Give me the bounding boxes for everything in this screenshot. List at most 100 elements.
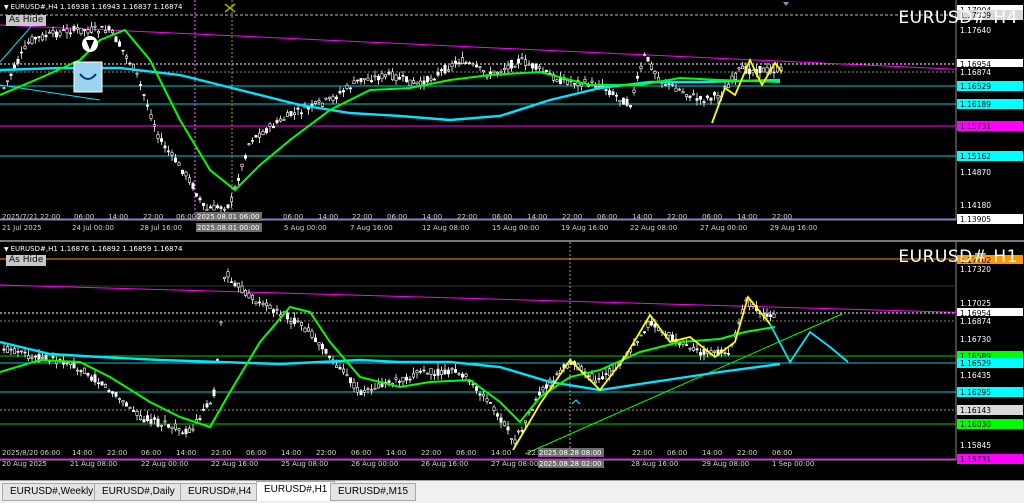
candle-body: [69, 361, 73, 365]
time-label: 14:00: [491, 449, 511, 457]
candle-body: [352, 80, 356, 84]
candle-body: [219, 206, 223, 209]
candle-body: [184, 428, 188, 435]
candle-body: [142, 94, 146, 96]
h4-chart-canvas[interactable]: 1.179041.179091.176401.169541.168741.165…: [0, 0, 1024, 240]
price-label: 1.16189: [960, 100, 991, 109]
candle-body: [618, 99, 622, 103]
candle-body: [153, 417, 157, 420]
tab-daily[interactable]: EURUSD#,Daily: [94, 483, 183, 501]
candle-body: [702, 348, 706, 355]
candle-body: [334, 364, 338, 368]
candle-body: [464, 373, 468, 377]
candle-body: [485, 398, 489, 402]
candle-body: [324, 97, 328, 100]
time-label: 29 Aug 16:00: [770, 224, 817, 232]
candle-body: [481, 393, 485, 397]
candle-body: [33, 355, 37, 358]
collapse-triangle-icon[interactable]: ▼: [4, 246, 9, 253]
candle-body: [292, 317, 296, 324]
candle-body: [422, 369, 426, 372]
candle-body: [607, 368, 611, 377]
candle-body: [2, 87, 6, 89]
candle-body: [37, 36, 41, 38]
candle-body: [51, 30, 55, 34]
candle-body: [681, 91, 685, 94]
candle-body: [527, 63, 531, 66]
candle-body: [202, 202, 206, 206]
candle-body: [593, 86, 597, 88]
time-label: 22:00: [211, 449, 231, 457]
candle-body: [621, 97, 625, 105]
candle-body: [411, 373, 415, 378]
tab-h1[interactable]: EURUSD#,H1: [256, 481, 336, 501]
candle-body: [86, 29, 90, 34]
collapse-triangle-icon[interactable]: ▼: [4, 4, 9, 11]
candle-body: [244, 155, 248, 159]
candle-body: [261, 303, 265, 305]
h1-ohlc-readout: ▼ EURUSD#,H1 1.16876 1.16892 1.16859 1.16…: [4, 245, 183, 253]
candle-body: [177, 162, 181, 166]
h4-as-hide-button[interactable]: As Hide: [6, 15, 47, 26]
candle-body: [334, 96, 338, 100]
price-label: 1.16030: [960, 420, 991, 429]
candle-body: [555, 79, 559, 82]
candle-body: [240, 285, 244, 293]
price-label: 1.16295: [960, 388, 991, 397]
price-label: 1.16143: [960, 406, 991, 415]
h4-chart-pane[interactable]: 1.179041.179091.176401.169541.168741.165…: [0, 0, 1024, 240]
candle-body: [691, 93, 695, 96]
candle-body: [628, 105, 632, 108]
candle-body: [523, 59, 527, 66]
candle-body: [534, 63, 538, 70]
tab-weekly[interactable]: EURUSD#,Weekly: [2, 483, 102, 501]
candle-body: [352, 382, 356, 389]
candle-body: [139, 84, 143, 86]
candle-body: [635, 341, 639, 343]
candle-body: [257, 301, 261, 304]
scroll-marker-icon: [783, 2, 789, 6]
candle-body: [688, 347, 692, 350]
candle-body: [153, 124, 157, 127]
candle-body: [226, 204, 230, 209]
candle-body: [740, 65, 744, 70]
candle-body: [415, 370, 419, 374]
h1-as-hide-button[interactable]: As Hide: [6, 255, 47, 266]
candle-body: [254, 135, 258, 138]
candle-body: [128, 407, 132, 409]
candle-body: [6, 346, 10, 353]
candle-body: [191, 183, 195, 189]
candle-body: [702, 101, 706, 103]
candle-body: [9, 73, 13, 76]
h1-chart-canvas[interactable]: 1.174021.173201.170251.169541.168741.167…: [0, 242, 1024, 480]
candle-body: [219, 321, 223, 324]
candle-body: [167, 424, 171, 428]
candle-body: [83, 367, 87, 375]
candle-body: [758, 65, 762, 74]
candle-body: [747, 68, 751, 75]
candle-body: [264, 128, 268, 134]
candle-body: [723, 352, 727, 354]
candle-body: [198, 197, 202, 201]
time-label: 26 Aug 16:00: [421, 460, 468, 468]
candle-body: [135, 411, 139, 416]
tab-m15[interactable]: EURUSD#,M15: [330, 483, 417, 501]
candle-body: [47, 31, 51, 34]
time-label: 22:00: [562, 213, 582, 221]
h1-chart-pane[interactable]: 1.17402 1.17320 1.17025 1.16954 1.16874 1.167…: [0, 241, 1024, 480]
candle-body: [285, 312, 289, 320]
candle-body: [747, 300, 751, 307]
candle-body: [72, 25, 76, 31]
price-label: 1.14180: [960, 201, 991, 210]
candle-body: [362, 78, 366, 81]
candle-body: [401, 376, 405, 382]
candle-body: [275, 120, 279, 124]
candle-body: [23, 45, 27, 50]
candle-body: [135, 72, 139, 75]
candle-body: [348, 87, 352, 90]
tab-h4[interactable]: EURUSD#,H4: [180, 483, 260, 501]
time-label: 27 Aug 00:00: [700, 224, 747, 232]
candle-body: [299, 322, 303, 326]
time-label: 22 Aug 00:00: [141, 460, 188, 468]
candle-body: [86, 372, 90, 376]
